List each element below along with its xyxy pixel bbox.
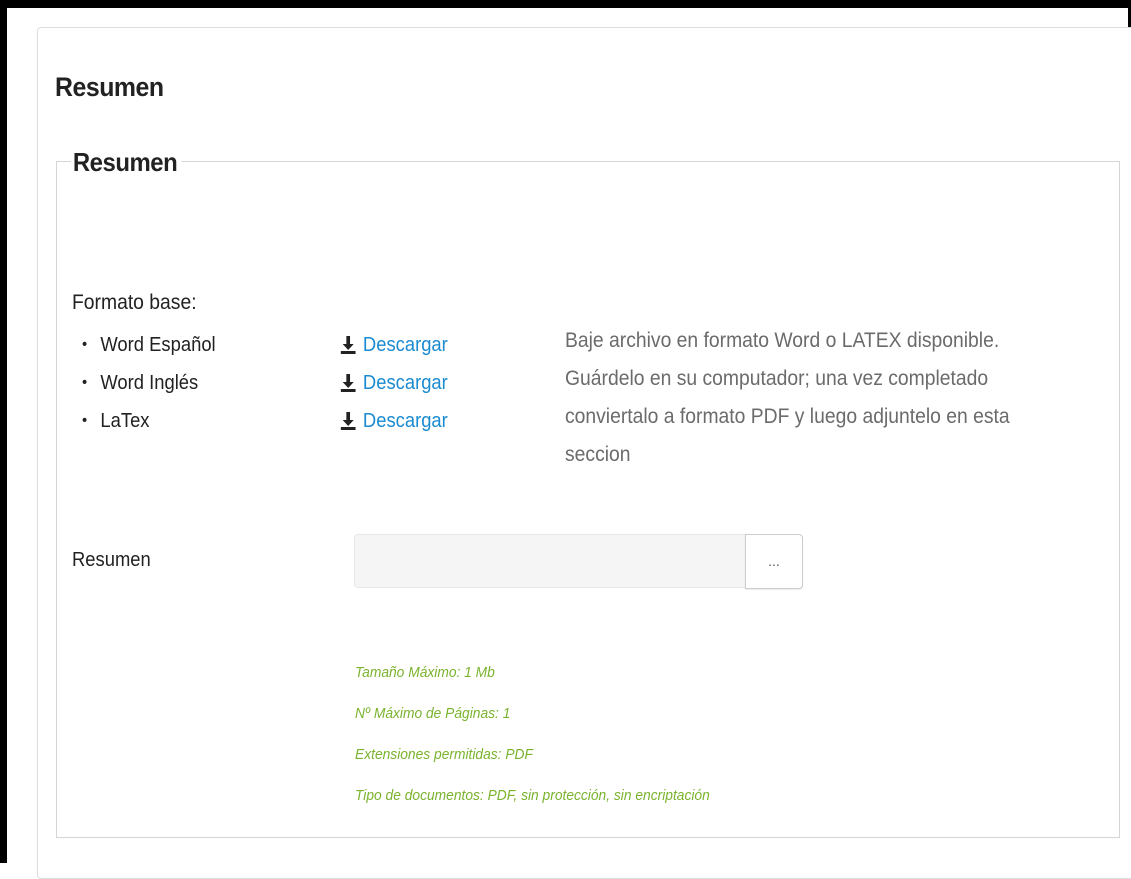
format-item-latex: • LaTex [82,402,216,440]
fieldset-legend: Resumen [71,147,181,178]
rule-extensions: Extensiones permitidas: PDF [355,746,533,763]
format-name: LaTex [100,409,150,432]
panel-title: Resumen [55,72,164,102]
upload-rules: Tamaño Máximo: 1 Mb Nº Máximo de Páginas… [355,652,741,816]
download-link-word-es[interactable]: Descargar [339,326,448,364]
download-link-latex[interactable]: Descargar [339,402,448,440]
download-link-word-en[interactable]: Descargar [339,364,448,402]
file-path-input[interactable] [354,534,745,588]
format-item-word-es: • Word Español [82,326,216,364]
download-links: Descargar Descargar Descargar [339,326,457,440]
download-label[interactable]: Descargar [363,334,448,357]
rule-max-size: Tamaño Máximo: 1 Mb [355,664,495,681]
download-label[interactable]: Descargar [363,410,448,433]
window-frame-top [0,0,1131,8]
bullet: • [82,412,88,429]
download-icon [340,336,356,354]
file-field-label: Resumen [72,549,151,571]
base-format-label: Formato base: [72,291,197,314]
download-icon [340,374,356,392]
summary-fieldset: Resumen Formato base: • Word Español • W… [56,147,1120,838]
format-name: Word Español [100,333,216,356]
format-list: • Word Español • Word Inglés • LaTex [82,326,227,440]
instructions-text: Baje archivo en formato Word o LATEX dis… [565,329,1010,466]
summary-panel: Resumen Resumen Formato base: • Word Esp… [37,27,1131,879]
bullet: • [82,374,88,391]
rule-max-pages: Nº Máximo de Páginas: 1 [355,705,511,722]
rule-document-type: Tipo de documentos: PDF, sin protección,… [355,787,710,804]
download-icon [340,412,356,430]
download-label[interactable]: Descargar [363,372,448,395]
browse-button[interactable]: ... [745,534,803,589]
window-frame-left [0,0,7,863]
format-name: Word Inglés [100,371,199,394]
format-item-word-en: • Word Inglés [82,364,216,402]
bullet: • [82,336,88,353]
